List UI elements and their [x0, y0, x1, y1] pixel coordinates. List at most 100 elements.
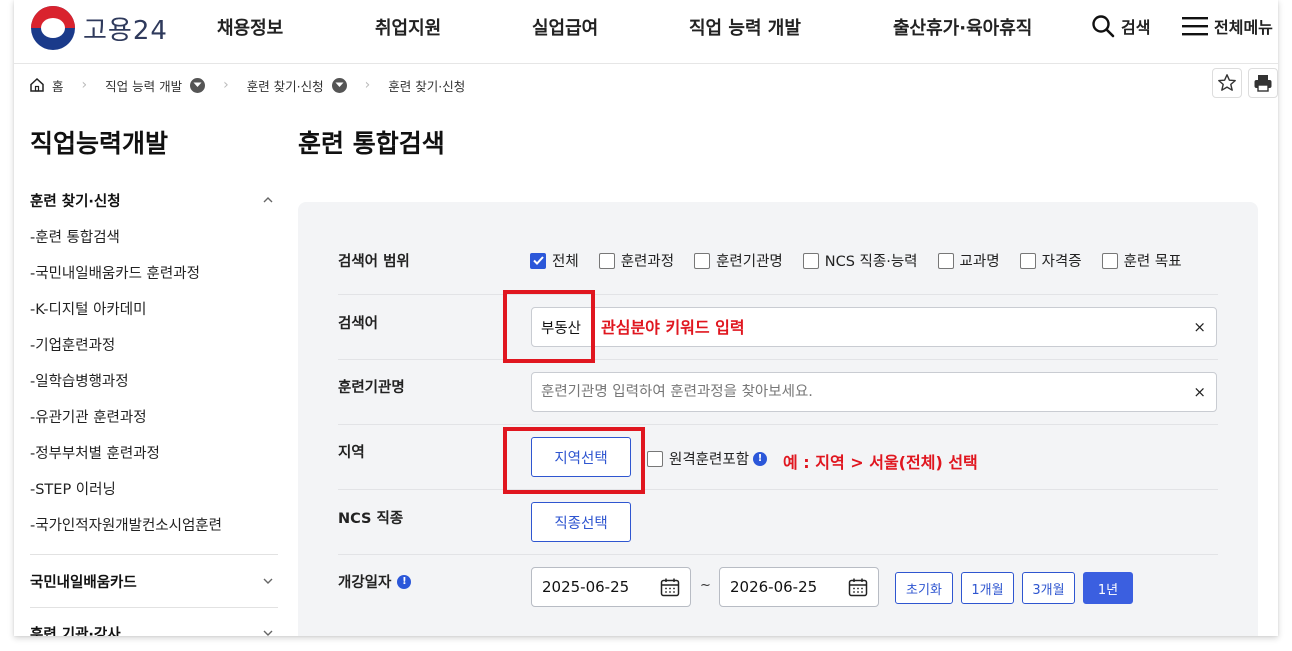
nav-maternity-parental-leave[interactable]: 출산휴가·육아휴직	[893, 14, 1032, 40]
scope-checkbox-all[interactable]: 전체	[530, 250, 579, 271]
sidebar-item-corporate-training[interactable]: -기업훈련과정	[30, 334, 115, 355]
chevron-down-icon[interactable]	[331, 77, 347, 93]
period-reset-button[interactable]: 초기화	[895, 572, 953, 604]
browser-viewport: 고용24 채용정보 취업지원 실업급여 직업 능력 개발 출산휴가·육아휴직 검…	[14, 0, 1278, 636]
checkbox-label: 자격증	[1041, 254, 1082, 270]
sidebar-item-integrated-search[interactable]: -훈련 통합검색	[30, 226, 120, 247]
sidebar-section-national-card[interactable]: 국민내일배움카드	[30, 571, 278, 592]
sidebar-item-step-elearning[interactable]: -STEP 이러닝	[30, 478, 116, 499]
period-3month-button[interactable]: 3개월	[1022, 572, 1075, 604]
sidebar-item-consortium-training[interactable]: -국가인적자원개발컨소시엄훈련	[30, 514, 222, 535]
search-form-panel: 검색어 범위 전체 훈련과정 훈련기관명 NCS 직종·능력 교과명 자격증 훈…	[298, 202, 1258, 636]
sidebar-section-label: 국민내일배움카드	[30, 575, 137, 591]
checkbox-label: 훈련 목표	[1123, 254, 1182, 270]
full-menu-button[interactable]: 전체메뉴	[1182, 14, 1273, 38]
clear-keyword-icon[interactable]: ×	[1193, 318, 1206, 336]
date-from-field[interactable]: 2025-06-25	[531, 567, 691, 607]
checkbox-icon	[598, 252, 615, 269]
institution-input[interactable]	[541, 384, 1216, 400]
checkbox-label: NCS 직종·능력	[824, 254, 918, 270]
chevron-down-icon	[263, 578, 273, 584]
row-divider	[338, 359, 1218, 360]
checkbox-icon	[937, 252, 954, 269]
calendar-icon[interactable]	[848, 577, 868, 597]
checkbox-label: 전체	[552, 254, 579, 270]
scope-checkbox-institution[interactable]: 훈련기관명	[694, 250, 783, 271]
calendar-icon[interactable]	[660, 577, 680, 597]
clear-institution-icon[interactable]: ×	[1193, 383, 1206, 401]
checkbox-checked-icon	[530, 252, 546, 269]
nav-unemployment-benefit[interactable]: 실업급여	[532, 14, 598, 40]
breadcrumb-home[interactable]: 홈	[52, 76, 64, 95]
period-1month-button[interactable]: 1개월	[961, 572, 1014, 604]
nav-employment-support[interactable]: 취업지원	[375, 14, 441, 40]
sidebar-divider	[30, 607, 278, 608]
region-highlight-box	[503, 427, 645, 494]
scope-checkbox-ncs[interactable]: NCS 직종·능력	[802, 250, 918, 271]
checkbox-label: 교과명	[959, 254, 1000, 270]
keyword-label: 검색어	[338, 316, 379, 332]
checkbox-icon	[1019, 252, 1036, 269]
institution-field[interactable]: ×	[531, 372, 1217, 412]
remote-training-label: 원격훈련포함	[669, 452, 750, 468]
logo-text: 고용24	[83, 15, 168, 46]
checkbox-icon	[647, 450, 663, 467]
sidebar-section-label: 훈련 찾기·신청	[30, 194, 121, 210]
print-button[interactable]	[1248, 68, 1278, 98]
search-scope-options: 전체 훈련과정 훈련기관명 NCS 직종·능력 교과명 자격증 훈련 목표	[530, 250, 1202, 271]
breadcrumb-training-search-apply[interactable]: 훈련 찾기·신청	[247, 76, 324, 95]
scope-checkbox-certificate[interactable]: 자격증	[1019, 250, 1082, 271]
search-button[interactable]: 검색	[1091, 14, 1150, 38]
date-to-field[interactable]: 2026-06-25	[719, 567, 879, 607]
sidebar-item-work-study[interactable]: -일학습병행과정	[30, 370, 129, 391]
breadcrumb-vocational-training[interactable]: 직업 능력 개발	[105, 76, 182, 95]
row-divider	[338, 554, 1218, 555]
sidebar-item-government-ministries[interactable]: -정부부처별 훈련과정	[30, 442, 160, 463]
chevron-right-icon: ›	[223, 77, 229, 93]
region-annotation: 예 : 지역 > 서울(전체) 선택	[783, 453, 978, 472]
page-title: 훈련 통합검색	[298, 129, 445, 158]
site-logo[interactable]: 고용24	[31, 6, 168, 50]
remote-training-checkbox[interactable]: 원격훈련포함 !	[647, 448, 768, 469]
breadcrumb: 홈 › 직업 능력 개발 › 훈련 찾기·신청 › 훈련 찾기·신청	[29, 74, 465, 96]
full-menu-label: 전체메뉴	[1214, 18, 1273, 37]
nav-vocational-training[interactable]: 직업 능력 개발	[689, 14, 801, 40]
info-icon[interactable]: !	[397, 574, 412, 589]
site-header: 고용24 채용정보 취업지원 실업급여 직업 능력 개발 출산휴가·육아휴직 검…	[14, 0, 1278, 64]
info-icon[interactable]: !	[753, 451, 768, 466]
sidebar-section-training-search[interactable]: 훈련 찾기·신청	[30, 190, 278, 211]
chevron-down-icon[interactable]	[190, 77, 206, 93]
search-label: 검색	[1121, 18, 1151, 37]
sidebar-item-related-institutions[interactable]: -유관기관 훈련과정	[30, 406, 147, 427]
printer-icon	[1254, 75, 1272, 92]
sidebar-item-national-card-course[interactable]: -국민내일배움카드 훈련과정	[30, 262, 200, 283]
checkbox-icon	[802, 252, 819, 269]
scope-checkbox-course[interactable]: 훈련과정	[598, 250, 675, 271]
period-1year-button[interactable]: 1년	[1083, 572, 1133, 604]
checkbox-label: 훈련기관명	[716, 254, 783, 270]
scope-checkbox-goal[interactable]: 훈련 목표	[1101, 250, 1182, 271]
sidebar-item-k-digital-academy[interactable]: -K-디지털 아카데미	[30, 298, 146, 319]
search-scope-label: 검색어 범위	[338, 254, 410, 270]
date-range-tilde: ~	[700, 578, 711, 593]
chevron-right-icon: ›	[364, 77, 371, 93]
ncs-select-button[interactable]: 직종선택	[531, 502, 631, 542]
checkbox-label: 훈련과정	[620, 254, 675, 270]
open-date-label: 개강일자	[338, 575, 392, 591]
checkbox-icon	[1101, 252, 1118, 269]
search-icon	[1092, 15, 1115, 38]
hamburger-menu-icon	[1182, 17, 1208, 36]
breadcrumb-current: 훈련 찾기·신청	[388, 78, 466, 94]
sidebar-title: 직업능력개발	[30, 129, 169, 158]
star-icon	[1218, 74, 1236, 91]
row-divider	[338, 489, 1218, 490]
sidebar-section-institution-instructor[interactable]: 훈련 기관·강사	[30, 623, 278, 636]
favorite-button[interactable]	[1212, 68, 1242, 98]
chevron-down-icon	[263, 630, 273, 636]
scope-checkbox-subject[interactable]: 교과명	[937, 250, 1000, 271]
nav-job-info[interactable]: 채용정보	[217, 14, 283, 40]
chevron-right-icon: ›	[81, 77, 88, 93]
date-to-value: 2026-06-25	[730, 578, 818, 596]
date-from-value: 2025-06-25	[542, 578, 630, 596]
home-icon[interactable]	[29, 77, 45, 93]
